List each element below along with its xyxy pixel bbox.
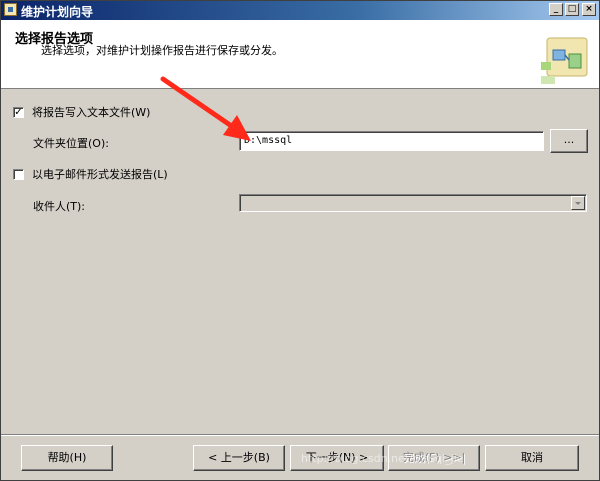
chevron-down-icon[interactable]	[571, 196, 585, 210]
minimize-button[interactable]: _	[549, 3, 563, 16]
email-report-option[interactable]: 以电子邮件形式发送报告(L)	[13, 166, 168, 182]
recipient-label: 收件人(T):	[33, 200, 86, 213]
folder-location-input[interactable]: D:\mssql	[239, 131, 544, 151]
write-to-file-label: 将报告写入文本文件(W)	[32, 106, 151, 119]
wizard-graphic-icon	[541, 37, 588, 84]
app-icon	[4, 3, 17, 16]
recipient-select[interactable]	[239, 194, 587, 212]
browse-button[interactable]: ...	[550, 129, 588, 153]
email-report-checkbox[interactable]	[13, 168, 24, 180]
close-button[interactable]: ×	[582, 3, 596, 16]
folder-location-label: 文件夹位置(O):	[33, 137, 109, 150]
write-to-file-option[interactable]: ✓ 将报告写入文本文件(W)	[13, 104, 150, 120]
page-subtitle: 选择选项，对维护计划操作报告进行保存或分发。	[41, 44, 283, 57]
wizard-header: 选择报告选项 选择选项，对维护计划操作报告进行保存或分发。	[1, 20, 599, 89]
back-button[interactable]: < 上一步(B)	[193, 445, 285, 471]
finish-button[interactable]: 完成(F) >>|	[388, 445, 480, 471]
write-to-file-checkbox[interactable]: ✓	[13, 106, 24, 118]
title-bar[interactable]: 维护计划向导 _ □ ×	[1, 1, 599, 20]
maximize-button[interactable]: □	[565, 3, 579, 16]
next-button[interactable]: 下一步(N) >	[290, 445, 384, 471]
cancel-button[interactable]: 取消	[485, 445, 579, 471]
annotation-arrow-icon	[160, 76, 251, 141]
footer-divider	[1, 434, 599, 436]
wizard-window: 维护计划向导 _ □ × 选择报告选项 选择选项，对维护计划操作报告进行保存或分…	[0, 0, 600, 481]
window-title: 维护计划向导	[21, 5, 94, 19]
help-button[interactable]: 帮助(H)	[21, 445, 113, 471]
email-report-label: 以电子邮件形式发送报告(L)	[32, 168, 168, 181]
